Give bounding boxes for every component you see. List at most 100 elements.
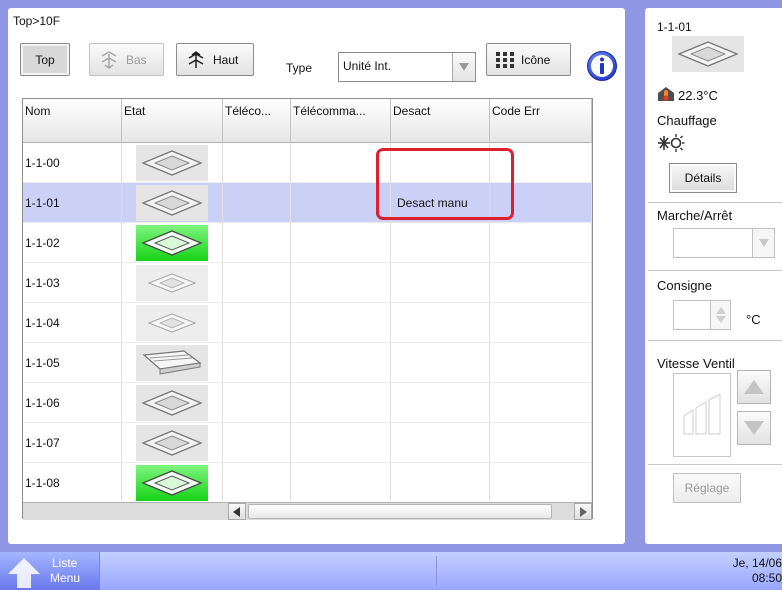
cell-telecommande-1 xyxy=(223,463,291,503)
cell-desact xyxy=(391,463,490,503)
grid-icon xyxy=(496,51,514,68)
cell-telecommande-2 xyxy=(291,383,391,423)
cell-desact xyxy=(391,423,490,463)
cassette-unit-running-icon xyxy=(141,470,203,496)
arrow-up-icon xyxy=(744,380,764,394)
cell-etat xyxy=(122,223,223,263)
cell-telecommande-2 xyxy=(291,263,391,303)
move-down-button[interactable]: Bas xyxy=(89,43,164,76)
horizontal-scrollbar[interactable] xyxy=(23,502,592,520)
cell-etat xyxy=(122,423,223,463)
cell-code-err xyxy=(490,303,592,343)
table-row[interactable]: 1-1-07 xyxy=(23,423,592,463)
cell-code-err xyxy=(490,263,592,303)
move-down-button-label: Bas xyxy=(126,52,147,67)
cell-telecommande-1 xyxy=(223,423,291,463)
unit-status-tile[interactable] xyxy=(136,465,208,501)
menu-list-button[interactable]: Liste Menu xyxy=(0,552,100,590)
type-select[interactable]: Unité Int. xyxy=(338,52,476,82)
move-up-icon xyxy=(188,50,204,68)
arrow-right-icon xyxy=(580,506,587,517)
unit-status-tile[interactable] xyxy=(136,385,208,421)
stepper-arrows[interactable] xyxy=(710,301,730,329)
room-temperature-icon xyxy=(658,87,674,101)
cell-etat xyxy=(122,263,223,303)
move-up-button-label: Haut xyxy=(213,52,239,67)
onoff-select[interactable] xyxy=(673,228,775,258)
settings-button[interactable]: Réglage xyxy=(673,473,741,503)
table-row[interactable]: 1-1-05 xyxy=(23,343,592,383)
arrow-left-icon xyxy=(233,506,240,517)
scroll-right-button[interactable] xyxy=(574,503,592,520)
selected-unit-name: 1-1-01 xyxy=(657,20,692,34)
unit-status-tile[interactable] xyxy=(136,345,208,381)
table-row[interactable]: 1-1-03 xyxy=(23,263,592,303)
cell-telecommande-2 xyxy=(291,463,391,503)
column-header-telecommande-2[interactable]: Télécomma... xyxy=(291,99,391,143)
operation-mode: Chauffage xyxy=(657,113,717,128)
cell-telecommande-1 xyxy=(223,303,291,343)
time: 08:50 xyxy=(751,571,782,585)
cassette-unit-icon xyxy=(141,390,203,416)
cell-desact xyxy=(391,303,490,343)
cell-nom: 1-1-06 xyxy=(23,383,122,423)
cassette-unit-icon xyxy=(141,190,203,216)
room-temperature: 22.3°C xyxy=(678,88,718,103)
divider xyxy=(648,202,782,203)
cell-nom: 1-1-01 xyxy=(23,183,122,223)
unit-status-tile[interactable] xyxy=(136,185,208,221)
column-header-etat[interactable]: Etat xyxy=(122,99,223,143)
chevron-down-icon xyxy=(452,53,475,81)
fan-speed-down-button[interactable] xyxy=(737,411,771,445)
snowflake-sun-icon xyxy=(658,134,685,152)
cell-nom: 1-1-02 xyxy=(23,223,122,263)
table-row[interactable]: 1-1-04 xyxy=(23,303,592,343)
menu-button-line2: Menu xyxy=(50,571,81,585)
column-header-desact[interactable]: Desact xyxy=(391,99,490,143)
cell-code-err xyxy=(490,463,592,503)
arrow-down-icon xyxy=(744,421,764,435)
cell-telecommande-2 xyxy=(291,223,391,263)
info-icon[interactable] xyxy=(586,50,618,82)
unit-status-tile[interactable] xyxy=(136,265,208,301)
scroll-left-button[interactable] xyxy=(228,503,246,520)
table-row[interactable]: 1-1-06 xyxy=(23,383,592,423)
column-header-telecommande-1[interactable]: Téléco... xyxy=(223,99,291,143)
setpoint-unit: °C xyxy=(746,312,761,327)
unit-status-tile[interactable] xyxy=(136,225,208,261)
column-header-code-err[interactable]: Code Err xyxy=(490,99,592,143)
fan-speed-up-button[interactable] xyxy=(737,370,771,404)
breadcrumb: Top>10F xyxy=(13,14,61,28)
column-header-nom[interactable]: Nom xyxy=(23,99,122,143)
icon-view-button[interactable]: Icône xyxy=(486,43,571,76)
cell-telecommande-1 xyxy=(223,183,291,223)
cell-etat xyxy=(122,463,223,503)
bottom-bar: Liste Menu Je, 14/06 08:50 xyxy=(0,552,782,590)
scrollbar-thumb[interactable] xyxy=(248,504,552,519)
type-label: Type xyxy=(286,61,313,75)
cell-nom: 1-1-03 xyxy=(23,263,122,303)
onoff-label: Marche/Arrêt xyxy=(657,208,733,223)
cell-desact xyxy=(391,343,490,383)
table-row[interactable]: 1-1-02 xyxy=(23,223,592,263)
unit-status-tile[interactable] xyxy=(136,425,208,461)
cell-etat xyxy=(122,343,223,383)
fan-speed-bars-icon xyxy=(683,394,721,435)
unit-status-tile[interactable] xyxy=(136,305,208,341)
table-row[interactable]: 1-1-08 xyxy=(23,463,592,503)
arrow-up-icon xyxy=(8,558,40,588)
cell-telecommande-2 xyxy=(291,303,391,343)
cell-telecommande-2 xyxy=(291,343,391,383)
top-button-label: Top xyxy=(35,52,55,67)
top-button[interactable]: Top xyxy=(20,43,70,76)
datetime: Je, 14/06 08:50 xyxy=(733,556,782,586)
cell-nom: 1-1-00 xyxy=(23,143,122,183)
move-up-button[interactable]: Haut xyxy=(176,43,254,76)
unit-status-tile[interactable] xyxy=(136,145,208,181)
selected-unit-icon xyxy=(672,36,744,72)
details-button[interactable]: Détails xyxy=(669,163,737,193)
fan-speed-label: Vitesse Ventil xyxy=(657,356,735,371)
setpoint-stepper[interactable] xyxy=(673,300,731,330)
cell-telecommande-1 xyxy=(223,383,291,423)
icon-view-button-label: Icône xyxy=(521,52,551,67)
